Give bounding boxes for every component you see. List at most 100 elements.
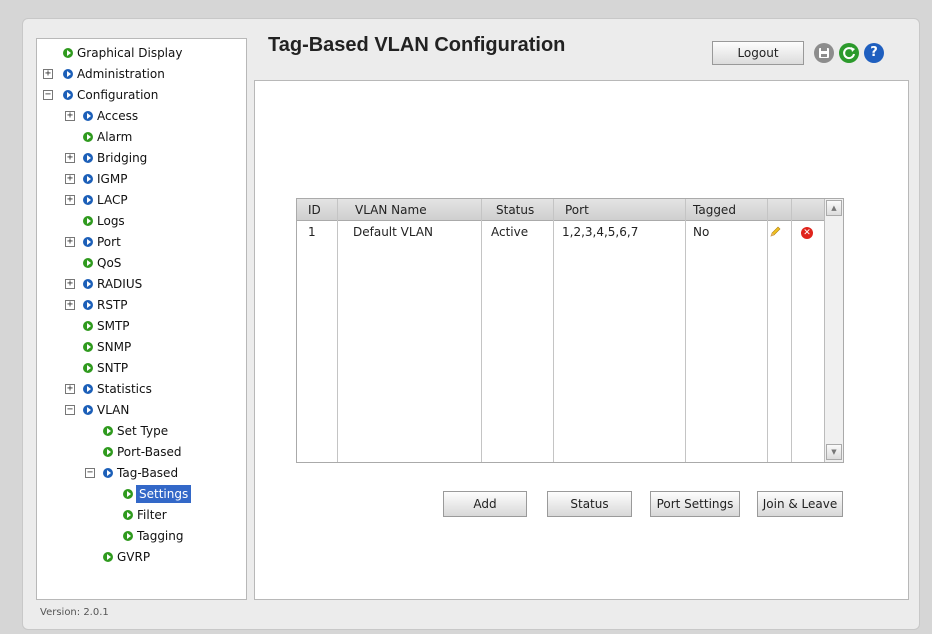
column-header-status[interactable]: Status xyxy=(496,199,534,221)
arrow-bullet-icon xyxy=(83,363,93,373)
tree-item-label: RSTP xyxy=(97,298,128,312)
delete-icon[interactable]: ✕ xyxy=(801,227,813,239)
column-header-id[interactable]: ID xyxy=(308,199,321,221)
tree-item-label: Access xyxy=(97,109,139,123)
column-header-vlan-name[interactable]: VLAN Name xyxy=(355,199,427,221)
tree-item-igmp[interactable]: + IGMP xyxy=(37,169,242,189)
scroll-up-arrow-icon[interactable]: ▲ xyxy=(826,200,842,216)
pencil-icon[interactable] xyxy=(769,226,781,238)
arrow-bullet-icon xyxy=(83,195,93,205)
tree-item-radius[interactable]: + RADIUS xyxy=(37,274,242,294)
tree-item-snmp[interactable]: SNMP xyxy=(37,337,242,357)
tree-item-label: Port xyxy=(97,235,121,249)
tree-item-access[interactable]: + Access xyxy=(37,106,242,126)
collapse-icon[interactable]: − xyxy=(65,405,75,415)
arrow-bullet-icon xyxy=(83,237,93,247)
vertical-scrollbar[interactable]: ▲ ▼ xyxy=(824,199,843,462)
tree-item-label: IGMP xyxy=(97,172,128,186)
arrow-bullet-icon xyxy=(83,342,93,352)
arrow-bullet-icon xyxy=(83,300,93,310)
tree-item-label: GVRP xyxy=(117,550,151,564)
cell-port: 1,2,3,4,5,6,7 xyxy=(562,225,639,239)
tree-item-port-based[interactable]: Port-Based xyxy=(37,442,242,462)
tree-item-alarm[interactable]: Alarm xyxy=(37,127,242,147)
tree-item-logs[interactable]: Logs xyxy=(37,211,242,231)
tree-item-statistics[interactable]: + Statistics xyxy=(37,379,242,399)
column-divider xyxy=(553,199,554,462)
port-settings-button[interactable]: Port Settings xyxy=(650,491,740,517)
tree-item-gvrp[interactable]: GVRP xyxy=(37,547,242,567)
expand-icon[interactable]: + xyxy=(65,174,75,184)
tree-item-tag-based[interactable]: − Tag-Based xyxy=(37,463,242,483)
column-header-port[interactable]: Port xyxy=(565,199,589,221)
join-leave-button[interactable]: Join & Leave xyxy=(757,491,843,517)
tree-item-graphical-display[interactable]: Graphical Display xyxy=(37,43,242,63)
tree-item-vlan[interactable]: − VLAN xyxy=(37,400,242,420)
tree-item-label: Bridging xyxy=(97,151,148,165)
collapse-icon[interactable]: − xyxy=(85,468,95,478)
tree-item-label: Filter xyxy=(137,508,167,522)
arrow-bullet-icon xyxy=(103,426,113,436)
expand-icon[interactable]: + xyxy=(65,111,75,121)
arrow-bullet-icon xyxy=(83,111,93,121)
tree-item-label: Statistics xyxy=(97,382,152,396)
tree-item-administration[interactable]: + Administration xyxy=(37,64,242,84)
tree-item-label: Configuration xyxy=(77,88,159,102)
version-label: Version: 2.0.1 xyxy=(40,607,109,618)
tree-item-configuration[interactable]: − Configuration xyxy=(37,85,242,105)
column-divider xyxy=(337,199,338,462)
arrow-bullet-icon xyxy=(83,321,93,331)
tree-item-sntp[interactable]: SNTP xyxy=(37,358,242,378)
expand-icon[interactable]: + xyxy=(65,153,75,163)
logout-button[interactable]: Logout xyxy=(712,41,804,65)
expand-icon[interactable]: + xyxy=(65,300,75,310)
column-divider xyxy=(791,199,792,462)
arrow-bullet-icon xyxy=(103,468,113,478)
arrow-bullet-icon xyxy=(83,405,93,415)
refresh-icon[interactable] xyxy=(839,43,859,63)
expand-icon[interactable]: + xyxy=(65,279,75,289)
arrow-bullet-icon xyxy=(103,552,113,562)
tree-item-label: Alarm xyxy=(97,130,133,144)
tree-item-tagging[interactable]: Tagging xyxy=(37,526,242,546)
column-divider xyxy=(767,199,768,462)
tree-item-bridging[interactable]: + Bridging xyxy=(37,148,242,168)
tree-item-label: SNTP xyxy=(97,361,129,375)
arrow-bullet-icon xyxy=(63,48,73,58)
tree-item-label: RADIUS xyxy=(97,277,143,291)
collapse-icon[interactable]: − xyxy=(43,90,53,100)
arrow-bullet-icon xyxy=(103,447,113,457)
tree-item-label: Tag-Based xyxy=(117,466,179,480)
save-icon[interactable] xyxy=(814,43,834,63)
column-header-tagged[interactable]: Tagged xyxy=(693,199,736,221)
tree-item-label: QoS xyxy=(97,256,122,270)
arrow-bullet-icon xyxy=(83,216,93,226)
add-button[interactable]: Add xyxy=(443,491,527,517)
help-icon[interactable]: ? xyxy=(864,43,884,63)
tree-item-filter[interactable]: Filter xyxy=(37,505,242,525)
page-title: Tag-Based VLAN Configuration xyxy=(268,34,566,56)
tree-item-label: Port-Based xyxy=(117,445,182,459)
vlan-table: ID VLAN Name Status Port Tagged 1 Defaul… xyxy=(296,198,844,463)
arrow-bullet-icon xyxy=(83,258,93,268)
tree-item-settings[interactable]: Settings xyxy=(37,484,242,504)
status-button[interactable]: Status xyxy=(547,491,632,517)
arrow-bullet-icon xyxy=(123,531,133,541)
tree-item-label: Set Type xyxy=(117,424,169,438)
tree-item-label: Logs xyxy=(97,214,125,228)
cell-vlan-name: Default VLAN xyxy=(353,225,434,239)
tree-item-lacp[interactable]: + LACP xyxy=(37,190,242,210)
arrow-bullet-icon xyxy=(83,153,93,163)
arrow-bullet-icon xyxy=(123,510,133,520)
expand-icon[interactable]: + xyxy=(65,384,75,394)
tree-item-port[interactable]: + Port xyxy=(37,232,242,252)
tree-item-qos[interactable]: QoS xyxy=(37,253,242,273)
scroll-down-arrow-icon[interactable]: ▼ xyxy=(826,444,842,460)
tree-item-rstp[interactable]: + RSTP xyxy=(37,295,242,315)
expand-icon[interactable]: + xyxy=(65,195,75,205)
expand-icon[interactable]: + xyxy=(65,237,75,247)
expand-icon[interactable]: + xyxy=(43,69,53,79)
tree-item-smtp[interactable]: SMTP xyxy=(37,316,242,336)
save-icon-glyph xyxy=(819,48,829,58)
tree-item-set-type[interactable]: Set Type xyxy=(37,421,242,441)
